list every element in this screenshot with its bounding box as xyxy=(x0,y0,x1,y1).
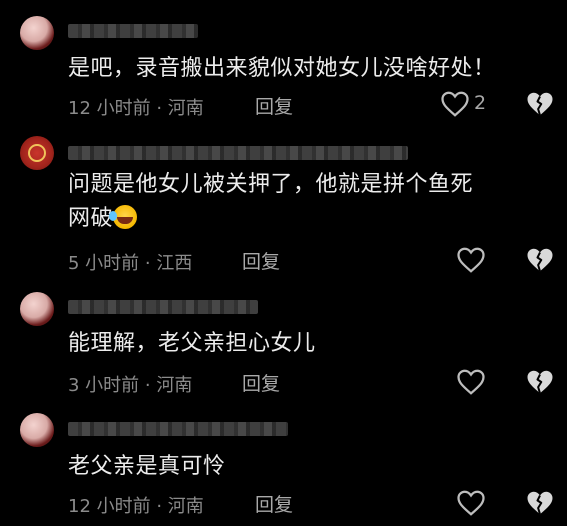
reply-button[interactable]: 回复 xyxy=(255,92,293,119)
avatar[interactable] xyxy=(20,413,54,447)
avatar[interactable] xyxy=(20,136,54,170)
comment-text: 能理解，老父亲担心女儿 xyxy=(68,331,316,356)
comment-text: 是吧，录音搬出来貌似对她女儿没啥好处！ xyxy=(68,56,496,81)
comment-meta: 5 小时前 · 江西 xyxy=(68,253,193,274)
broken-heart-icon[interactable] xyxy=(525,489,555,517)
rofl-emoji-icon xyxy=(109,205,138,229)
comment-text-line1: 问题是他女儿被关押了，他就是拼个鱼死 xyxy=(68,172,474,197)
heart-outline-icon[interactable] xyxy=(456,246,486,274)
reply-button[interactable]: 回复 xyxy=(242,247,280,274)
heart-outline-icon[interactable] xyxy=(440,90,470,118)
reply-button[interactable]: 回复 xyxy=(242,369,280,396)
heart-outline-icon[interactable] xyxy=(456,489,486,517)
avatar[interactable] xyxy=(20,16,54,50)
comment-meta: 12 小时前 · 河南 xyxy=(68,496,204,517)
comment-text: 老父亲是真可怜 xyxy=(68,454,226,479)
username-blurred[interactable] xyxy=(68,300,258,314)
comment-text-line2: 网破 xyxy=(68,202,138,235)
broken-heart-icon[interactable] xyxy=(525,368,555,396)
like-count: 2 xyxy=(474,92,487,114)
username-blurred[interactable] xyxy=(68,146,408,160)
heart-outline-icon[interactable] xyxy=(456,368,486,396)
comment-text-line2-text: 网破 xyxy=(68,206,114,231)
username-blurred[interactable] xyxy=(68,422,288,436)
comment-meta: 3 小时前 · 河南 xyxy=(68,375,193,396)
avatar[interactable] xyxy=(20,292,54,326)
broken-heart-icon[interactable] xyxy=(525,246,555,274)
broken-heart-icon[interactable] xyxy=(525,90,555,118)
comment-meta: 12 小时前 · 河南 xyxy=(68,98,204,119)
username-blurred[interactable] xyxy=(68,24,198,38)
reply-button[interactable]: 回复 xyxy=(255,490,293,517)
